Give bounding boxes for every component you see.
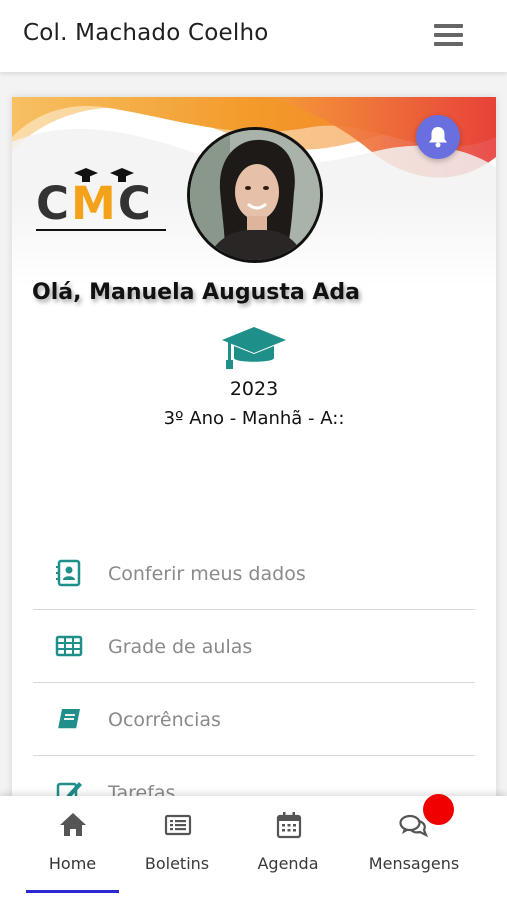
notification-badge: [423, 794, 454, 825]
tab-label: Agenda: [257, 854, 319, 873]
calendar-icon: [276, 812, 302, 839]
tab-agenda[interactable]: Agenda: [246, 796, 330, 900]
graduation-cap-icon: [222, 327, 286, 369]
tab-label: Boletins: [144, 854, 210, 873]
profile-card: CMC Olá, Manuela Augusta Ada 2023 3º Ano…: [12, 97, 496, 900]
tab-boletins[interactable]: Boletins: [135, 796, 219, 900]
menu-list: Conferir meus dados Grade de aulas Ocorr…: [33, 537, 475, 829]
greeting-text: Olá, Manuela Augusta Ada: [32, 280, 360, 305]
menu-item-conferir-dados[interactable]: Conferir meus dados: [33, 537, 475, 610]
table-grid-icon: [55, 635, 83, 657]
tab-label: Mensagens: [368, 854, 460, 873]
class-info: 3º Ano - Manhã - A::: [163, 408, 345, 429]
menu-item-grade-aulas[interactable]: Grade de aulas: [33, 610, 475, 683]
active-tab-indicator: [26, 890, 119, 893]
home-icon: [60, 813, 86, 836]
tab-label: Home: [48, 854, 97, 873]
bell-icon: [429, 127, 447, 148]
menu-item-ocorrencias[interactable]: Ocorrências: [33, 683, 475, 756]
app-title: Col. Machado Coelho: [23, 20, 269, 46]
hamburger-menu-icon[interactable]: [434, 24, 466, 48]
avatar: [187, 127, 323, 263]
contact-book-icon: [56, 559, 81, 587]
menu-item-label: Conferir meus dados: [108, 563, 306, 585]
notifications-button[interactable]: [416, 115, 460, 159]
menu-item-label: Grade de aulas: [108, 636, 253, 658]
app-bar: Col. Machado Coelho: [0, 0, 507, 72]
user-photo-icon: [190, 130, 320, 260]
logo-text: CMC: [36, 177, 153, 230]
book-icon: [58, 709, 80, 730]
school-year: 2023: [229, 378, 279, 400]
list-card-icon: [164, 814, 192, 836]
menu-item-label: Ocorrências: [108, 709, 221, 731]
tab-home[interactable]: Home: [26, 796, 119, 900]
school-logo: CMC: [34, 165, 174, 235]
